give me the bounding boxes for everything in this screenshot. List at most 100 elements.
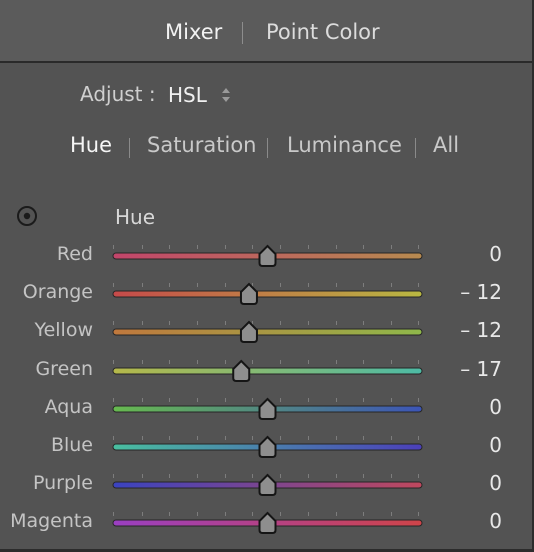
slider-tick [391, 436, 392, 440]
green-hue-slider[interactable] [112, 356, 423, 386]
slider-tick [336, 398, 337, 402]
slider-tick [363, 360, 364, 364]
slider-tick [142, 398, 143, 402]
panel-header: Mixer Point Color [0, 0, 532, 63]
slider-tick [197, 360, 198, 364]
slider-thumb[interactable] [258, 511, 277, 534]
slider-track[interactable] [112, 290, 423, 298]
slider-tick [418, 398, 419, 402]
slider-tick [113, 474, 114, 478]
slider-tick [169, 283, 170, 287]
slider-tick [308, 512, 309, 516]
slider-tick [308, 321, 309, 325]
slider-row-magenta: Magenta 0 [0, 508, 532, 546]
slider-tick [363, 474, 364, 478]
slider-tick [252, 512, 253, 516]
slider-thumb[interactable] [258, 473, 277, 496]
slider-tick [252, 245, 253, 249]
slider-tick [113, 321, 114, 325]
slider-thumb[interactable] [232, 359, 251, 382]
slider-tick [142, 474, 143, 478]
subtab-hue[interactable]: Hue [70, 131, 112, 159]
slider-tick [169, 360, 170, 364]
aqua-hue-slider[interactable] [112, 394, 423, 424]
slider-tick [113, 360, 114, 364]
purple-hue-slider[interactable] [112, 470, 423, 500]
slider-label: Yellow [34, 319, 94, 341]
slider-row-blue: Blue 0 [0, 432, 532, 470]
slider-row-orange: Orange – 12 [0, 279, 532, 317]
slider-value[interactable]: 0 [489, 470, 502, 496]
adjust-mode-select[interactable]: HSL [168, 81, 207, 109]
orange-hue-slider[interactable] [112, 279, 423, 309]
slider-tick [308, 398, 309, 402]
slider-value[interactable]: 0 [489, 508, 502, 534]
slider-thumb[interactable] [258, 244, 277, 267]
slider-tick [308, 436, 309, 440]
slider-thumb[interactable] [258, 397, 277, 420]
hsl-mixer-panel: Mixer Point Color Adjust : HSL Hue Satur… [0, 0, 534, 552]
slider-tick [142, 283, 143, 287]
tab-point-color[interactable]: Point Color [266, 18, 380, 46]
magenta-hue-slider[interactable] [112, 508, 423, 538]
slider-tick [225, 283, 226, 287]
target-adjust-icon[interactable] [16, 205, 38, 227]
subtab-all[interactable]: All [433, 131, 459, 159]
slider-tick [336, 360, 337, 364]
slider-tick [169, 321, 170, 325]
slider-tick [197, 474, 198, 478]
slider-tick [336, 321, 337, 325]
slider-tick [418, 474, 419, 478]
subtab-divider [267, 138, 268, 158]
slider-tick [225, 512, 226, 516]
slider-tick [252, 474, 253, 478]
slider-value[interactable]: – 12 [460, 279, 502, 305]
slider-tick [142, 360, 143, 364]
subtab-divider [129, 138, 130, 158]
slider-tick [280, 283, 281, 287]
slider-thumb[interactable] [239, 320, 258, 343]
red-hue-slider[interactable] [112, 241, 423, 271]
slider-tick [113, 245, 114, 249]
slider-track[interactable] [112, 367, 423, 375]
slider-tick [308, 474, 309, 478]
slider-thumb[interactable] [258, 435, 277, 458]
up-down-arrows-icon[interactable] [219, 84, 233, 106]
slider-row-yellow: Yellow – 12 [0, 317, 532, 355]
subtab-saturation[interactable]: Saturation [147, 131, 256, 159]
slider-tick [142, 321, 143, 325]
slider-row-red: Red 0 [0, 241, 532, 279]
slider-tick [169, 245, 170, 249]
slider-thumb[interactable] [239, 282, 258, 305]
slider-tick [142, 436, 143, 440]
blue-hue-slider[interactable] [112, 432, 423, 462]
slider-label: Blue [50, 434, 93, 456]
slider-tick [308, 360, 309, 364]
slider-tick [280, 474, 281, 478]
slider-value[interactable]: 0 [489, 241, 502, 267]
slider-tick [336, 245, 337, 249]
slider-label: Magenta [10, 510, 93, 532]
slider-row-purple: Purple 0 [0, 470, 532, 508]
slider-tick [169, 512, 170, 516]
slider-tick [169, 398, 170, 402]
slider-value[interactable]: – 12 [460, 317, 502, 343]
slider-tick [391, 283, 392, 287]
slider-tick [363, 321, 364, 325]
tab-mixer[interactable]: Mixer [165, 18, 222, 46]
slider-value[interactable]: – 17 [460, 356, 502, 382]
slider-tick [336, 283, 337, 287]
slider-label: Aqua [44, 396, 93, 418]
yellow-hue-slider[interactable] [112, 317, 423, 347]
slider-label: Green [35, 358, 93, 380]
slider-tick [113, 436, 114, 440]
slider-row-green: Green – 17 [0, 356, 532, 394]
subtab-divider [415, 138, 416, 158]
slider-tick [418, 245, 419, 249]
slider-value[interactable]: 0 [489, 432, 502, 458]
slider-value[interactable]: 0 [489, 394, 502, 420]
slider-track[interactable] [112, 328, 423, 336]
header-tab-divider [242, 22, 243, 44]
slider-tick [391, 245, 392, 249]
subtab-luminance[interactable]: Luminance [287, 131, 402, 159]
